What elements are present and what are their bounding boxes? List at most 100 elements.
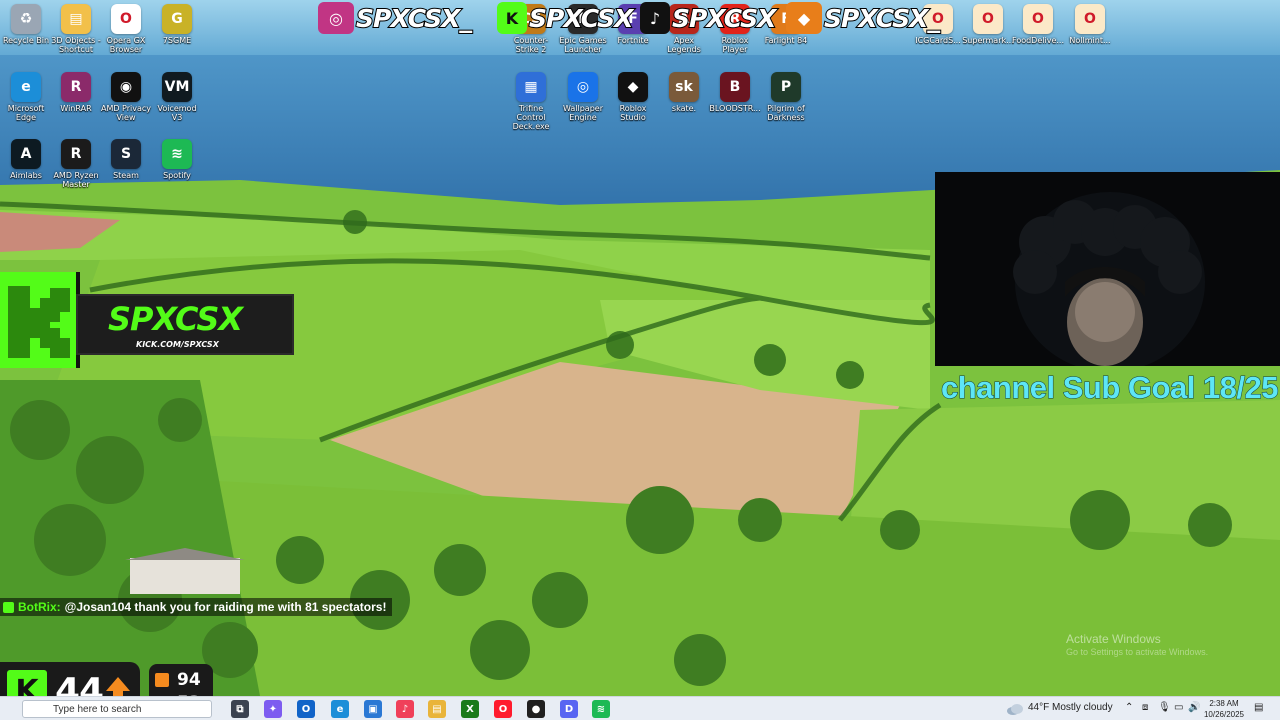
- desktop-icon-label: WinRAR: [60, 104, 92, 113]
- spotify-icon: ≋: [162, 139, 192, 169]
- recycle-bin-icon: ♻: [11, 4, 41, 34]
- trophy-icon: [155, 673, 169, 687]
- skate-icon: sk: [669, 72, 699, 102]
- desktop-icon-label: ICGCardS...: [915, 36, 961, 45]
- taskbar: Type here to search ⧉ ✦ Oe ▣ ♪ ▤ X O ● D ≋ 44°F Mo…: [0, 696, 1280, 720]
- kick-channel-name: SPXCSX: [108, 300, 243, 338]
- bot-badge-icon: [3, 601, 14, 613]
- twitch-icon: ◆: [786, 2, 822, 34]
- kick-logo: [0, 272, 80, 368]
- desktop-icon-label: Roblox Studio: [619, 104, 647, 122]
- desktop-icon[interactable]: R AMD Ryzen Master: [50, 139, 102, 189]
- desktop-icon-label: BLOODSTR...: [709, 104, 761, 113]
- desktop-icon[interactable]: ≋ Spotify: [151, 139, 203, 180]
- desktop-icon[interactable]: e Microsoft Edge: [0, 72, 52, 122]
- desktop-icon-label: Microsoft Edge: [7, 104, 45, 122]
- discord-icon[interactable]: D: [560, 700, 578, 718]
- tiktok-icon: ♪: [640, 2, 670, 34]
- amd-privacy-icon: ◉: [111, 72, 141, 102]
- desktop-icon[interactable]: O Nollmint...: [1064, 4, 1116, 45]
- taskbar-clock[interactable]: 2:38 AM 10/26/2025: [1198, 698, 1250, 720]
- social-banner-twitch: ◆ SPXCSX_: [786, 0, 941, 36]
- game-icon: G: [162, 4, 192, 34]
- desktop-icon-label: AMD Ryzen Master: [53, 171, 99, 189]
- weather-text[interactable]: 44°F Mostly cloudy: [1028, 702, 1113, 713]
- desktop-icon-label: Voicemod V3: [157, 104, 197, 122]
- desktop-icon[interactable]: R WinRAR: [50, 72, 102, 113]
- chat-text: @Josan104 thank you for raiding me with …: [64, 600, 387, 614]
- control-deck-icon: ▦: [516, 72, 546, 102]
- desktop-icon-label: Pilgrim of Darkness: [767, 104, 805, 122]
- desktop-icon-label: Fortnite: [617, 36, 649, 45]
- store-icon[interactable]: ▣: [364, 700, 382, 718]
- desktop-icon-label: Roblox Player: [721, 36, 749, 54]
- opera-file-icon: O: [973, 4, 1003, 34]
- banner-handle-1: SPXCSX_: [355, 3, 473, 34]
- edge-icon: e: [11, 72, 41, 102]
- sub-goal-counter: channel Sub Goal 18/25: [940, 370, 1279, 406]
- desktop-icon[interactable]: ♻ Recycle Bin: [0, 4, 52, 45]
- desktop-icon[interactable]: P Pilgrim of Darkness: [760, 72, 812, 122]
- opera-file-icon: O: [1075, 4, 1105, 34]
- desktop-icon[interactable]: VM Voicemod V3: [151, 72, 203, 122]
- chat-username: BotRix:: [18, 600, 61, 614]
- desktop-icon[interactable]: sk skate.: [658, 72, 710, 113]
- taskbar-search-input[interactable]: Type here to search: [22, 700, 212, 718]
- webcam-feed: [935, 172, 1280, 366]
- weather-cloud-icon: [1007, 704, 1023, 715]
- desktop-icon[interactable]: O Supermark...: [962, 4, 1014, 45]
- desktop-icon-label: Opera GX Browser: [106, 36, 146, 54]
- desktop-icon-label: Aimlabs: [10, 171, 42, 180]
- voicemod-icon: VM: [162, 72, 192, 102]
- outlook-icon[interactable]: O: [297, 700, 315, 718]
- desktop-icon-label: Spotify: [163, 171, 191, 180]
- pilgrim-icon: P: [771, 72, 801, 102]
- banner-handle-2: SPXCSX: [528, 3, 634, 34]
- desktop-icon-label: Supermark...: [962, 36, 1014, 45]
- folder-icon: ▤: [61, 4, 91, 34]
- spotify-icon[interactable]: ≋: [592, 700, 610, 718]
- tray-overflow-icon[interactable]: ⌃: [1125, 702, 1133, 713]
- wallpaper-engine-icon: ◎: [568, 72, 598, 102]
- desktop-icon[interactable]: A Aimlabs: [0, 139, 52, 180]
- banner-handle-3: SPXCSX: [671, 3, 777, 34]
- tray-app-icon[interactable]: ⧈: [1142, 702, 1148, 713]
- desktop-icon-label: Wallpaper Engine: [562, 104, 603, 122]
- instagram-icon: ◎: [318, 2, 354, 34]
- task-view-icon[interactable]: ⧉: [231, 700, 249, 718]
- aimlabs-icon: A: [11, 139, 41, 169]
- banner-handle-4: SPXCSX_: [823, 3, 941, 34]
- desktop-icon[interactable]: O FoodDelive...: [1012, 4, 1064, 45]
- opera-gx-icon: O: [111, 4, 141, 34]
- desktop-icon[interactable]: ◎ Wallpaper Engine: [557, 72, 609, 122]
- desktop-icon[interactable]: B BLOODSTR...: [709, 72, 761, 113]
- bloodstrike-icon: B: [720, 72, 750, 102]
- ryzen-master-icon: R: [61, 139, 91, 169]
- desktop-icon-label: Steam: [113, 171, 139, 180]
- desktop-icon[interactable]: ◉ AMD Privacy View: [100, 72, 152, 122]
- desktop-icon-label: Trifine Control Deck.exe: [512, 104, 550, 131]
- kick-channel-panel: SPXCSX KICK.COM/SPXCSX: [76, 294, 294, 355]
- opera-icon[interactable]: O: [494, 700, 512, 718]
- edge-icon[interactable]: e: [331, 700, 349, 718]
- desktop-icon[interactable]: O Opera GX Browser: [100, 4, 152, 54]
- steam-icon: S: [111, 139, 141, 169]
- copilot-icon[interactable]: ✦: [264, 700, 282, 718]
- desktop-icon[interactable]: ▦ Trifine Control Deck.exe: [505, 72, 557, 131]
- desktop-icon-label: Farlight 84: [764, 36, 808, 45]
- activate-windows-title: Activate Windows: [1066, 632, 1161, 646]
- desktop-icon[interactable]: ◆ Roblox Studio: [607, 72, 659, 122]
- network-icon[interactable]: ▭: [1174, 702, 1183, 713]
- desktop-icon[interactable]: ▤ 3D Objects - Shortcut: [50, 4, 102, 54]
- social-banner-tiktok: ♪ SPXCSX: [640, 0, 777, 36]
- folder-icon[interactable]: ▤: [428, 700, 446, 718]
- desktop-icon[interactable]: G 7SGME: [151, 4, 203, 45]
- xbox-icon[interactable]: X: [461, 700, 479, 718]
- music-icon[interactable]: ♪: [396, 700, 414, 718]
- desktop-icon[interactable]: S Steam: [100, 139, 152, 180]
- notification-icon[interactable]: ▤: [1254, 702, 1263, 713]
- clock-time: 2:38 AM: [1209, 699, 1239, 708]
- obs-icon[interactable]: ●: [527, 700, 545, 718]
- microphone-icon[interactable]: 🎙: [1158, 702, 1171, 713]
- social-banner: ◎ SPXCSX_: [318, 0, 473, 36]
